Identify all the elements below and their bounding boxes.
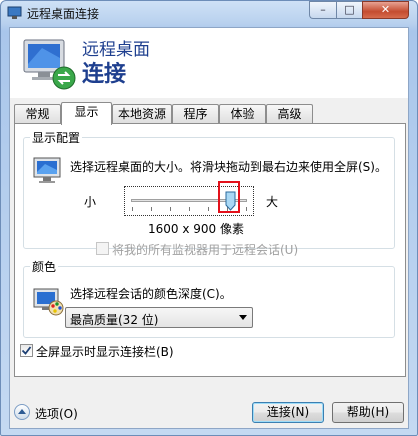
tab-general[interactable]: 常规 <box>14 104 61 124</box>
resolution-readout: 1600 x 900 像素 <box>148 222 244 236</box>
color-depth-selected: 最高质量(32 位) <box>70 313 159 327</box>
display-size-instruction: 选择远程桌面的大小。将滑块拖动到最右边来使用全屏(S)。 <box>70 160 387 174</box>
slider-min-label: 小 <box>84 195 97 209</box>
color-palette-icon <box>33 288 64 316</box>
tab-programs[interactable]: 程序 <box>172 104 219 124</box>
display-tab-panel: 显示配置 选择远程桌面的大小。将滑块拖动到最右边来使用全屏(S)。 小 大 16… <box>14 123 406 377</box>
slider-max-label: 大 <box>266 195 279 209</box>
tab-advanced[interactable]: 高级 <box>266 104 313 124</box>
header-title-line2: 连接 <box>82 62 127 87</box>
color-depth-instruction: 选择远程会话的颜色深度(C)。 <box>70 287 232 301</box>
chevron-down-icon <box>239 315 247 320</box>
remote-desktop-app-icon <box>7 6 22 19</box>
tab-experience[interactable]: 体验 <box>219 104 266 124</box>
dialog-header: 远程桌面 连接 <box>10 28 408 98</box>
colors-group: 颜色 选择远程会话的颜色深度(C)。 最高质量(32 位) <box>23 258 395 338</box>
all-monitors-label[interactable]: 将我的所有监视器用于远程会话(U) <box>112 241 298 258</box>
remote-desktop-window: 远程桌面连接 – □ ✕ 远程桌面 连接 常规 显示 本地资源 程序 体验 高级 <box>0 0 418 436</box>
colors-legend: 颜色 <box>32 260 57 274</box>
close-button[interactable]: ✕ <box>362 1 409 19</box>
tab-strip: 常规 显示 本地资源 程序 体验 高级 <box>14 102 406 125</box>
options-toggle-button[interactable] <box>14 404 30 420</box>
slider-highlight-box <box>218 181 241 213</box>
options-label[interactable]: 选项(O) <box>35 405 78 422</box>
slider-tick <box>151 207 152 211</box>
checkmark-icon <box>21 346 32 355</box>
title-bar[interactable]: 远程桌面连接 – □ ✕ <box>1 1 417 29</box>
window-title: 远程桌面连接 <box>27 7 100 21</box>
fullscreen-bar-label[interactable]: 全屏显示时显示连接栏(B) <box>36 343 174 360</box>
display-config-group: 显示配置 选择远程桌面的大小。将滑块拖动到最右边来使用全屏(S)。 小 大 16… <box>23 129 395 257</box>
tab-local-resources[interactable]: 本地资源 <box>112 104 172 124</box>
color-depth-select[interactable]: 最高质量(32 位) <box>65 307 253 328</box>
remote-desktop-monitor-icon <box>23 39 76 90</box>
connect-button[interactable]: 连接(N) <box>252 402 324 423</box>
tab-display[interactable]: 显示 <box>61 102 112 125</box>
maximize-button[interactable]: □ <box>336 1 362 19</box>
fullscreen-bar-checkbox[interactable] <box>20 344 33 357</box>
all-monitors-checkbox[interactable] <box>96 242 109 255</box>
display-monitor-icon <box>33 157 61 183</box>
minimize-button[interactable]: – <box>309 1 336 19</box>
slider-tick <box>208 207 209 211</box>
help-button[interactable]: 帮助(H) <box>332 402 404 423</box>
slider-tick <box>189 207 190 211</box>
chevron-up-icon <box>18 409 26 414</box>
dialog-client-area: 远程桌面 连接 常规 显示 本地资源 程序 体验 高级 显示配置 选择远程桌面的 <box>9 27 409 429</box>
display-config-legend: 显示配置 <box>32 131 81 145</box>
slider-tick <box>246 207 247 211</box>
slider-tick <box>170 207 171 211</box>
slider-tick <box>132 207 133 211</box>
